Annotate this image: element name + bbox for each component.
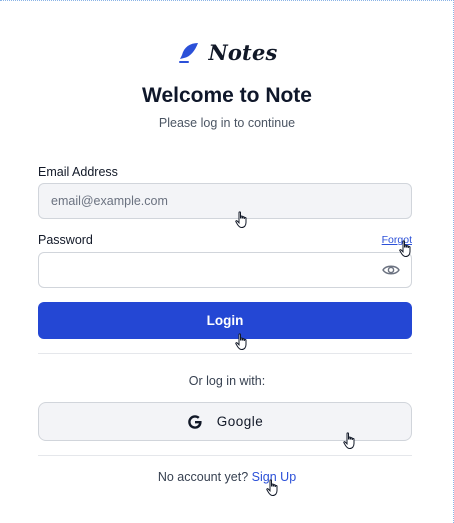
page-subtitle: Please log in to continue xyxy=(158,116,296,130)
password-field[interactable] xyxy=(38,252,412,288)
eye-icon[interactable] xyxy=(382,262,400,278)
feather-icon xyxy=(179,42,199,63)
google-login-button[interactable]: Google xyxy=(38,402,412,441)
google-button-label: Google xyxy=(216,414,264,429)
brand-name: Notes xyxy=(208,40,278,65)
divider xyxy=(38,353,412,354)
signup-prompt: No account yet? xyxy=(157,470,249,484)
email-field[interactable] xyxy=(38,183,412,219)
login-button[interactable]: Login xyxy=(38,302,412,339)
signup-row: No account yet? Sign Up xyxy=(0,470,454,484)
google-g-icon xyxy=(187,414,202,429)
password-label: Password xyxy=(38,233,93,247)
page-title: Welcome to Note xyxy=(142,84,312,107)
email-label: Email Address xyxy=(38,165,118,179)
divider xyxy=(38,455,412,456)
signup-link[interactable]: Sign Up xyxy=(252,470,296,484)
brand-logo: Notes xyxy=(0,40,454,65)
alt-login-prompt: Or log in with: xyxy=(188,374,266,388)
forgot-password-link[interactable]: Forgot xyxy=(382,234,412,246)
